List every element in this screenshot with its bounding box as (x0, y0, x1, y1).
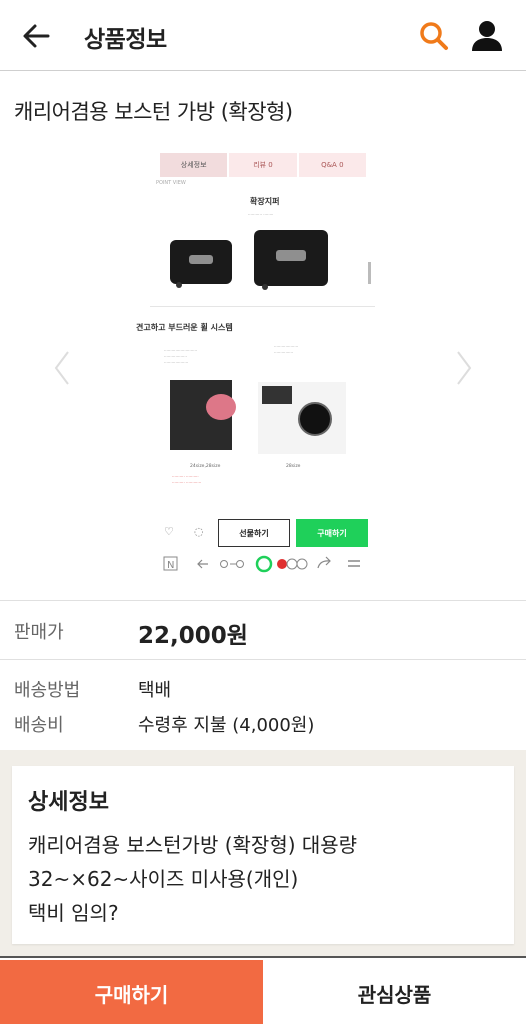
image-section-title-wheel: 견고하고 부드러운 휠 시스템 (136, 323, 233, 332)
shipping-method-value: 택배 (138, 680, 172, 701)
image-scroll-indicator (368, 262, 371, 284)
caption-left: 24size,28size (190, 464, 221, 469)
image-divider (150, 306, 375, 307)
shipping-fee-value: 수령후 지불 (4,000원) (138, 715, 315, 736)
user-profile-icon[interactable] (470, 19, 504, 53)
price-label: 판매가 (14, 622, 64, 643)
bag-photo-small (170, 240, 232, 288)
image-tab-review: 리뷰 0 (229, 153, 297, 177)
product-image: 상세정보 리뷰 0 Q&A 0 POINT VIEW 확장지퍼 ········… (136, 150, 375, 580)
bag-logo (276, 249, 306, 261)
wheel-photo-right (258, 382, 346, 454)
bag-logo (188, 255, 214, 265)
image-buy-button: 구매하기 (296, 519, 368, 547)
shipping-method-label: 배송방법 (14, 680, 81, 701)
divider (0, 600, 526, 601)
image-fine-print: ··················· ··············· (274, 344, 299, 355)
page-title: 상품정보 (84, 27, 167, 53)
caption-note: ·········· ·········· ·········· ········… (172, 474, 202, 485)
point-view-label: POINT VIEW (156, 180, 186, 186)
heart-icon: ♡ (164, 525, 174, 538)
detail-title: 상세정보 (28, 790, 109, 815)
bag-photo-expanded (254, 230, 328, 290)
caption-right: 28size (286, 464, 301, 469)
carousel-next-icon[interactable] (454, 348, 474, 388)
image-gift-button: 선물하기 (218, 519, 290, 547)
bag-wheel (262, 284, 268, 290)
image-section-title-zipper: 확장지퍼 (250, 197, 280, 206)
image-fine-print: ··········· ········ (248, 212, 274, 217)
search-icon[interactable] (418, 20, 450, 52)
top-app-bar: 상품정보 (0, 0, 526, 71)
product-image-carousel[interactable]: 상세정보 리뷰 0 Q&A 0 POINT VIEW 확장지퍼 ········… (0, 140, 526, 595)
bag-wheel (176, 282, 182, 288)
image-tab-detail: 상세정보 (160, 153, 228, 177)
image-tab-bar: 상세정보 리뷰 0 Q&A 0 (160, 153, 368, 177)
wheel-photo-left (170, 380, 236, 450)
image-action-bar: ♡ ◌ 선물하기 구매하기 (160, 519, 370, 547)
bottom-action-bar: 구매하기 관심상품 (0, 956, 526, 1024)
image-nav-row: N (163, 555, 360, 573)
wishlist-button[interactable]: 관심상품 (263, 960, 526, 1024)
buy-button[interactable]: 구매하기 (0, 960, 263, 1024)
shipping-fee-label: 배송비 (14, 715, 64, 736)
divider (0, 659, 526, 660)
detail-card: 상세정보 캐리어겸용 보스턴가방 (확장형) 대용량 32~×62~사이즈 미사… (12, 766, 514, 944)
wheel-inset (262, 386, 292, 404)
detail-body: 캐리어겸용 보스턴가방 (확장형) 대용량 32~×62~사이즈 미사용(개인)… (28, 833, 358, 925)
back-arrow-icon[interactable] (18, 18, 54, 54)
wheel-highlight (206, 394, 236, 420)
carousel-prev-icon[interactable] (52, 348, 72, 388)
image-tab-qna: Q&A 0 (298, 153, 366, 177)
wheel-closeup (298, 402, 332, 436)
chat-bubble-icon: ◌ (194, 525, 204, 538)
product-name: 캐리어겸용 보스턴 가방 (확장형) (14, 100, 293, 124)
svg-text:N: N (167, 560, 174, 571)
price-value: 22,000원 (138, 623, 248, 649)
image-fine-print: ·························· ··············… (164, 348, 198, 365)
